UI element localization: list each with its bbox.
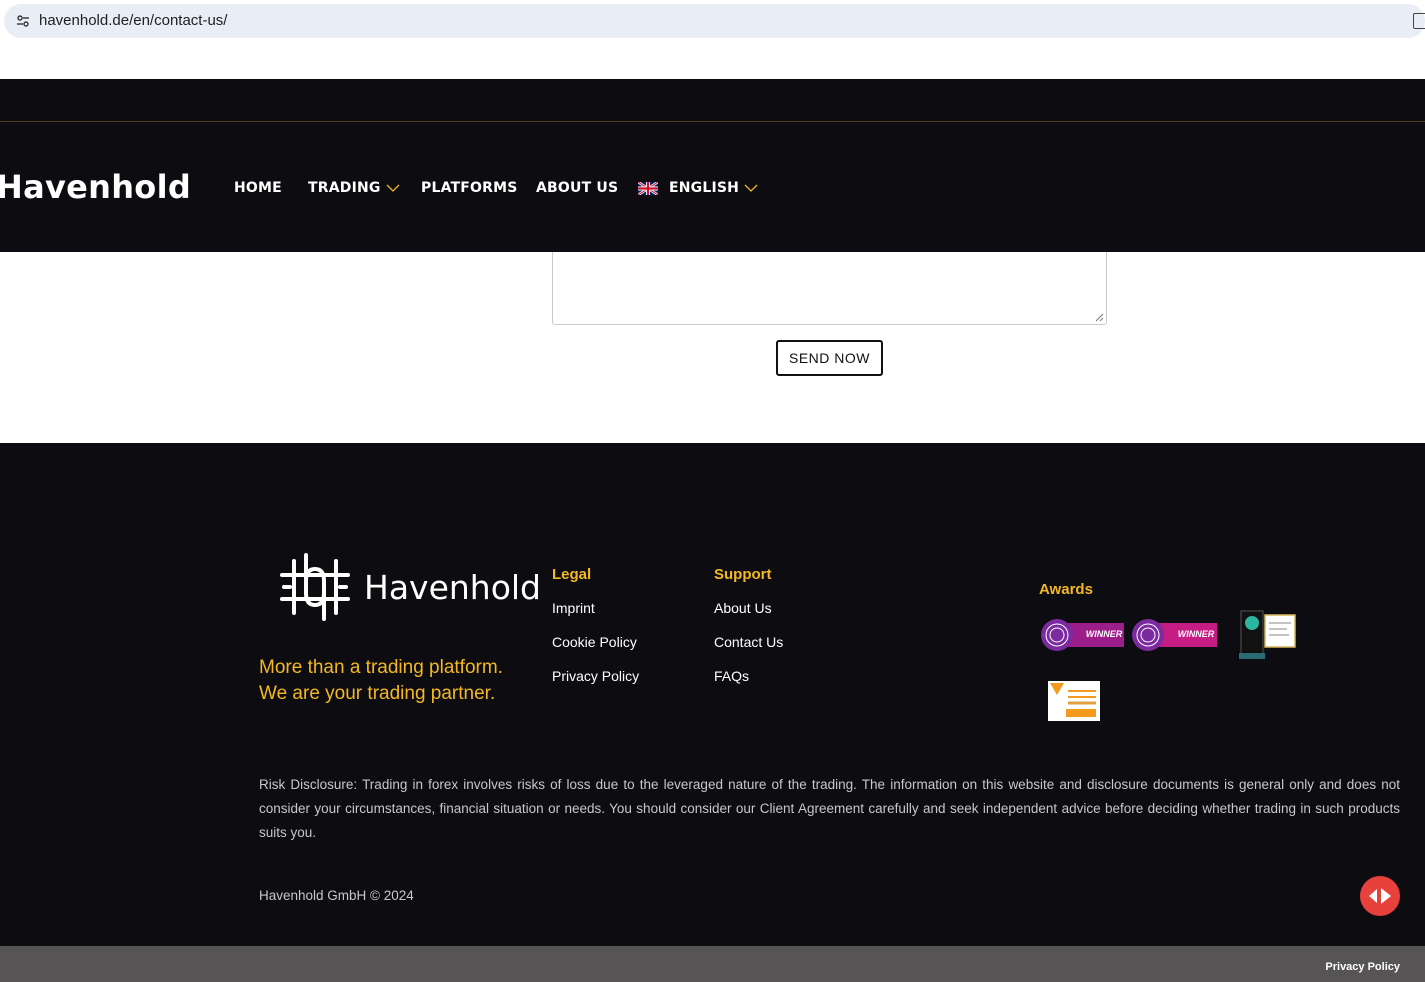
nav-home-label: HOME — [234, 180, 282, 196]
awards-heading: Awards — [1039, 581, 1093, 598]
award-badge-winner-1: WINNER — [1041, 619, 1124, 651]
chat-button[interactable] — [1360, 876, 1400, 916]
chevron-down-icon — [386, 184, 400, 192]
nav-trading-label: TRADING — [308, 180, 381, 196]
about-us-link[interactable]: About Us — [714, 600, 772, 616]
extension-icon[interactable] — [1413, 13, 1425, 29]
faqs-link[interactable]: FAQs — [714, 668, 749, 684]
nav-trading[interactable]: TRADING — [308, 180, 400, 196]
svg-text:WINNER: WINNER — [1178, 629, 1215, 639]
nav-platforms-label: PLATFORMS — [421, 180, 518, 196]
contact-us-link[interactable]: Contact Us — [714, 634, 783, 650]
award-badge-trader-2020 — [1048, 681, 1100, 721]
nav-language-label: ENGLISH — [669, 180, 740, 196]
site-footer: Havenhold More than a trading platform. … — [0, 443, 1425, 946]
main-navbar: Havenhold HOME TRADING PLATFORMS ABOUT U… — [0, 122, 1425, 252]
nav-home[interactable]: HOME — [234, 180, 282, 196]
support-heading: Support — [714, 566, 772, 583]
tagline-line1: More than a trading platform. — [259, 657, 503, 678]
cookie-policy-link[interactable]: Cookie Policy — [552, 634, 637, 650]
award-trophy-icon — [1239, 610, 1296, 659]
brand-logo[interactable]: Havenhold — [0, 168, 191, 206]
send-now-button[interactable]: SEND NOW — [776, 340, 883, 376]
tagline: More than a trading platform. We are you… — [259, 655, 503, 707]
svg-text:WINNER: WINNER — [1086, 629, 1123, 639]
bottom-bar: Privacy Policy — [0, 946, 1425, 982]
address-bar[interactable]: havenhold.de/en/contact-us/ — [4, 4, 1425, 38]
imprint-link[interactable]: Imprint — [552, 600, 595, 616]
nav-about-us[interactable]: ABOUT US — [536, 180, 618, 196]
tune-icon[interactable] — [16, 14, 30, 28]
chevron-down-icon — [744, 184, 758, 192]
nav-about-label: ABOUT US — [536, 180, 619, 196]
message-textarea[interactable] — [552, 252, 1107, 325]
footer-brand[interactable]: Havenhold — [364, 568, 541, 607]
browser-toolbar: havenhold.de/en/contact-us/ — [0, 0, 1425, 44]
tagline-line2: We are your trading partner. — [259, 683, 496, 704]
bottom-privacy-policy-link[interactable]: Privacy Policy — [1325, 961, 1400, 973]
resize-handle-icon[interactable] — [1095, 313, 1104, 322]
privacy-policy-link[interactable]: Privacy Policy — [552, 668, 639, 684]
havenhold-logo-icon[interactable] — [280, 553, 350, 621]
risk-disclosure: Risk Disclosure: Trading in forex involv… — [259, 777, 1400, 840]
uk-flag-icon — [638, 181, 658, 195]
url-text[interactable]: havenhold.de/en/contact-us/ — [39, 12, 227, 29]
award-badge-winner-2: WINNER — [1132, 619, 1217, 651]
nav-language[interactable]: ENGLISH — [638, 180, 758, 196]
top-strip — [0, 79, 1425, 122]
nav-platforms[interactable]: PLATFORMS — [421, 180, 518, 196]
chat-arrows-icon — [1369, 888, 1391, 904]
legal-heading: Legal — [552, 566, 592, 583]
copyright-text: Havenhold GmbH © 2024 — [259, 888, 414, 903]
